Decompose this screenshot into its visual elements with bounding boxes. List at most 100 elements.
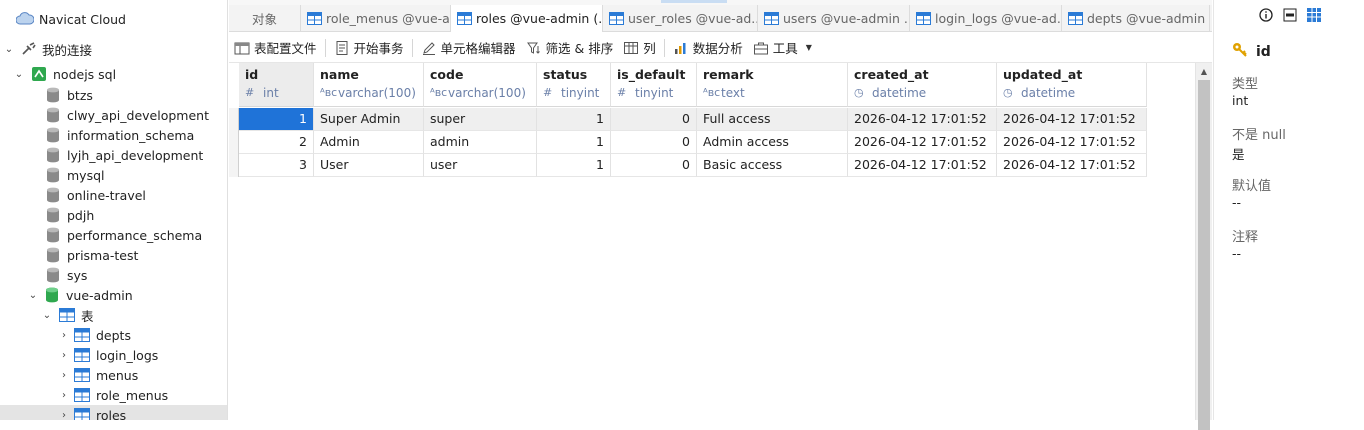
tables-folder-item[interactable]: ⌄ 表 — [0, 305, 227, 325]
grid-cell-code[interactable]: admin — [424, 131, 537, 154]
database-label: mysql — [67, 167, 105, 183]
database-item-open[interactable]: ⌄ vue-admin — [0, 285, 227, 305]
scroll-up-icon[interactable]: ▲ — [1196, 63, 1212, 79]
column-header-updated_at[interactable]: updated_at ◷ datetime — [997, 63, 1147, 107]
grid-cell-id[interactable]: 1 — [239, 108, 314, 131]
table-label: menus — [96, 367, 139, 383]
transaction-icon — [334, 40, 350, 56]
table-item[interactable]: › depts — [0, 325, 227, 345]
grid-cell-name[interactable]: User — [314, 154, 424, 177]
tab[interactable]: users @vue-admin ... — [758, 5, 910, 32]
database-item[interactable]: clwy_api_development — [0, 105, 227, 125]
tab-label: 对象 — [251, 12, 277, 27]
chevron-right-icon[interactable]: › — [58, 409, 70, 421]
ddl-icon[interactable] — [1282, 7, 1298, 23]
grid-cell-remark[interactable]: Full access — [697, 108, 848, 131]
row-selector[interactable] — [229, 131, 239, 154]
chevron-down-icon[interactable]: ⌄ — [41, 309, 53, 321]
grid-cell-status[interactable]: 1 — [537, 154, 611, 177]
tools-button[interactable]: 工具 ▼ — [748, 36, 817, 60]
column-header-code[interactable]: code ᴬʙᴄ varchar(100) — [424, 63, 537, 107]
chevron-right-icon[interactable]: › — [58, 329, 70, 341]
database-icon — [46, 247, 60, 263]
grid-cell-is_default[interactable]: 0 — [611, 108, 697, 131]
table-item[interactable]: › login_logs — [0, 345, 227, 365]
grid-cell-name[interactable]: Admin — [314, 131, 424, 154]
grid-cell-status[interactable]: 1 — [537, 131, 611, 154]
grid-cell-remark[interactable]: Basic access — [697, 154, 848, 177]
database-item[interactable]: pdjh — [0, 205, 227, 225]
chevron-right-icon[interactable]: › — [58, 349, 70, 361]
data-analysis-label: 数据分析 — [692, 41, 743, 56]
table-config-file-button[interactable]: 表配置文件 — [229, 36, 322, 60]
table-label: login_logs — [96, 347, 159, 363]
column-header-id[interactable]: id # int — [239, 63, 314, 107]
info-icon[interactable] — [1258, 7, 1274, 23]
grid-cell-created_at[interactable]: 2026-04-12 17:01:52 — [848, 131, 997, 154]
database-item[interactable]: information_schema — [0, 125, 227, 145]
grid-cell-remark[interactable]: Admin access — [697, 131, 848, 154]
grid-cell-status[interactable]: 1 — [537, 108, 611, 131]
chevron-right-icon[interactable]: › — [58, 389, 70, 401]
grid-view-icon[interactable] — [1306, 7, 1322, 23]
chevron-right-icon[interactable]: › — [58, 369, 70, 381]
database-label: btzs — [67, 87, 93, 103]
database-item[interactable]: prisma-test — [0, 245, 227, 265]
grid-cell-created_at[interactable]: 2026-04-12 17:01:52 — [848, 108, 997, 131]
scrollbar-thumb[interactable] — [1198, 80, 1210, 430]
tab[interactable]: login_logs @vue-ad... — [910, 5, 1062, 32]
grid-cell-id[interactable]: 2 — [239, 131, 314, 154]
cell-editor-button[interactable]: 单元格编辑器 — [416, 36, 521, 60]
table-icon — [74, 328, 90, 342]
database-item[interactable]: performance_schema — [0, 225, 227, 245]
column-header-created_at[interactable]: created_at ◷ datetime — [848, 63, 997, 107]
vertical-scrollbar[interactable]: ▲ — [1195, 63, 1212, 430]
database-icon — [46, 127, 60, 143]
database-item[interactable]: mysql — [0, 165, 227, 185]
tab-label: user_roles @vue-ad... — [628, 11, 758, 26]
table-item[interactable]: › menus — [0, 365, 227, 385]
tab[interactable]: role_menus @vue-a... — [301, 5, 451, 32]
grid-cell-updated_at[interactable]: 2026-04-12 17:01:52 — [997, 131, 1147, 154]
chevron-down-icon[interactable]: ⌄ — [27, 289, 39, 301]
column-header-name[interactable]: name ᴬʙᴄ varchar(100) — [314, 63, 424, 107]
grid-cell-id[interactable]: 3 — [239, 154, 314, 177]
inspector-toolbar — [1258, 7, 1322, 23]
column-name: remark — [703, 67, 754, 82]
my-connections-item[interactable]: ⌄ 我的连接 — [0, 39, 227, 59]
grid-cell-created_at[interactable]: 2026-04-12 17:01:52 — [848, 154, 997, 177]
grid-cell-updated_at[interactable]: 2026-04-12 17:01:52 — [997, 154, 1147, 177]
column-header-remark[interactable]: remark ᴬʙᴄ text — [697, 63, 848, 107]
begin-transaction-button[interactable]: 开始事务 — [329, 36, 409, 60]
column-header-is_default[interactable]: is_default # tinyint — [611, 63, 697, 107]
database-item[interactable]: lyjh_api_development — [0, 145, 227, 165]
column-type: ◷ datetime — [854, 84, 996, 102]
row-selector[interactable] — [229, 108, 239, 131]
row-selector[interactable] — [229, 154, 239, 177]
grid-cell-is_default[interactable]: 0 — [611, 131, 697, 154]
grid-cell-is_default[interactable]: 0 — [611, 154, 697, 177]
navicat-cloud-label: Navicat Cloud — [39, 11, 126, 27]
table-item[interactable]: › roles — [0, 405, 227, 421]
tab[interactable]: 对象 — [229, 5, 301, 32]
connection-item[interactable]: ⌄ nodejs sql — [0, 64, 227, 84]
chevron-down-icon[interactable]: ⌄ — [13, 68, 25, 80]
chevron-down-icon[interactable]: ⌄ — [3, 43, 15, 55]
grid-cell-name[interactable]: Super Admin — [314, 108, 424, 131]
tab-active[interactable]: roles @vue-admin (... — [451, 5, 603, 32]
tab[interactable]: user_roles @vue-ad... — [603, 5, 758, 32]
column-header-status[interactable]: status # tinyint — [537, 63, 611, 107]
columns-button[interactable]: 列 — [618, 36, 661, 60]
database-item[interactable]: sys — [0, 265, 227, 285]
filter-sort-button[interactable]: 筛选 & 排序 — [521, 36, 619, 60]
grid-cell-code[interactable]: super — [424, 108, 537, 131]
tab[interactable]: depts @vue-admin ... — [1062, 5, 1210, 32]
data-analysis-button[interactable]: 数据分析 — [668, 36, 748, 60]
table-item[interactable]: › role_menus — [0, 385, 227, 405]
database-item[interactable]: btzs — [0, 85, 227, 105]
database-item[interactable]: online-travel — [0, 185, 227, 205]
grid-cell-updated_at[interactable]: 2026-04-12 17:01:52 — [997, 108, 1147, 131]
navicat-cloud-item[interactable]: Navicat Cloud — [0, 9, 227, 29]
database-label: performance_schema — [67, 227, 203, 243]
grid-cell-code[interactable]: user — [424, 154, 537, 177]
